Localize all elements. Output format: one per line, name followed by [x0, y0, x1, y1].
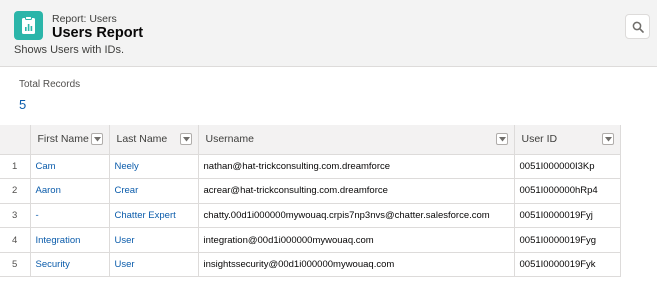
report-description: Shows Users with IDs. — [14, 44, 125, 56]
page-title: Users Report — [52, 25, 144, 41]
username-cell: nathan@hat-trickconsulting.com.dreamforc… — [197, 154, 514, 180]
report-header: Report: Users Users Report Shows Users w… — [0, 0, 657, 67]
total-records-label: Total Records — [19, 79, 81, 90]
table-row: 1 Cam Neely nathan@hat-trickconsulting.c… — [0, 154, 621, 180]
first-name-link[interactable]: Security — [36, 259, 70, 270]
last-name-link[interactable]: User — [115, 259, 135, 270]
report-table: First Name Last Name Username User ID 1 … — [0, 125, 621, 278]
first-name-link[interactable]: Integration — [36, 235, 81, 246]
column-menu-button[interactable] — [601, 133, 614, 145]
column-header-first-name[interactable]: First Name — [29, 125, 109, 155]
column-header-label: Username — [205, 133, 254, 146]
first-name-link[interactable]: Aaron — [36, 185, 61, 196]
chevron-down-icon — [498, 137, 506, 142]
first-name-link[interactable]: - — [36, 210, 39, 221]
column-menu-button[interactable] — [90, 133, 103, 145]
row-number-header — [0, 125, 30, 155]
search-button[interactable] — [625, 14, 650, 39]
chevron-down-icon — [182, 137, 190, 142]
column-header-label: User ID — [521, 133, 558, 146]
search-icon — [632, 21, 644, 33]
report-type-label: Report: Users — [52, 13, 117, 25]
user-id-cell: 0051I0000019Fyg — [513, 227, 621, 253]
user-id-cell: 0051I000000I3Kp — [513, 154, 621, 180]
username-cell: acrear@hat-trickconsulting.com.dreamforc… — [197, 178, 514, 204]
user-id-cell: 0051I0000019Fyj — [513, 203, 621, 229]
username-cell: integration@00d1i000000mywouaq.com — [197, 227, 514, 253]
chevron-down-icon — [93, 137, 101, 142]
column-header-label: Last Name — [116, 133, 168, 146]
row-number: 1 — [0, 154, 30, 180]
column-header-user-id[interactable]: User ID — [513, 125, 621, 155]
column-header-last-name[interactable]: Last Name — [108, 125, 198, 155]
column-header-label: First Name — [37, 133, 89, 146]
user-id-cell: 0051I0000019Fyk — [513, 252, 621, 278]
row-number: 4 — [0, 227, 30, 253]
last-name-link[interactable]: Neely — [115, 161, 139, 172]
last-name-link[interactable]: Chatter Expert — [115, 210, 176, 221]
last-name-link[interactable]: User — [115, 235, 135, 246]
table-row: 3 - Chatter Expert chatty.00d1i000000myw… — [0, 203, 621, 229]
table-row: 5 Security User insightssecurity@00d1i00… — [0, 252, 621, 278]
username-cell: chatty.00d1i000000mywouaq.crpis7np3nvs@c… — [197, 203, 514, 229]
first-name-link[interactable]: Cam — [36, 161, 56, 172]
row-number: 2 — [0, 178, 30, 204]
row-number: 3 — [0, 203, 30, 229]
row-number: 5 — [0, 252, 30, 278]
table-row: 4 Integration User integration@00d1i0000… — [0, 227, 621, 253]
last-name-link[interactable]: Crear — [115, 185, 139, 196]
table-header-row: First Name Last Name Username User ID — [0, 125, 621, 155]
column-header-username[interactable]: Username — [197, 125, 514, 155]
table-row: 2 Aaron Crear acrear@hat-trickconsulting… — [0, 178, 621, 204]
user-id-cell: 0051I000000hRp4 — [513, 178, 621, 204]
column-menu-button[interactable] — [495, 133, 508, 145]
report-icon — [14, 11, 43, 40]
column-menu-button[interactable] — [179, 133, 192, 145]
username-cell: insightssecurity@00d1i000000mywouaq.com — [197, 252, 514, 278]
chevron-down-icon — [604, 137, 612, 142]
total-records-value: 5 — [19, 97, 27, 112]
